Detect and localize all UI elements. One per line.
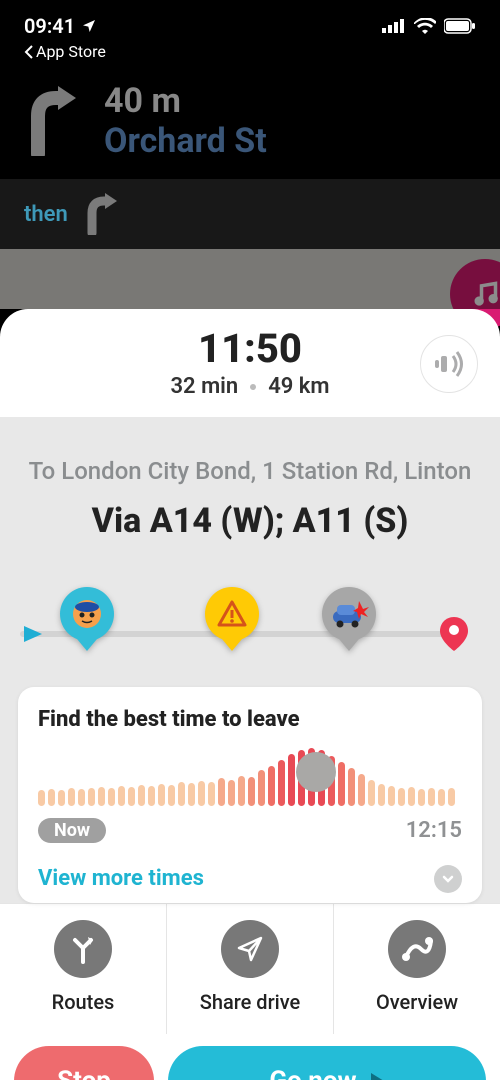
histogram-bar bbox=[158, 784, 165, 806]
histogram-bar bbox=[108, 788, 115, 806]
wifi-icon bbox=[414, 18, 436, 34]
police-icon bbox=[70, 597, 104, 631]
histogram-bar bbox=[418, 789, 425, 806]
share-label: Share drive bbox=[167, 990, 333, 1014]
histogram-bar bbox=[78, 789, 85, 806]
separator-dot bbox=[250, 384, 256, 390]
speaker-icon bbox=[433, 350, 465, 378]
bottom-buttons: Stop Go now bbox=[0, 1034, 500, 1080]
stop-button[interactable]: Stop bbox=[14, 1046, 154, 1080]
map-background[interactable] bbox=[0, 249, 500, 309]
routes-icon bbox=[68, 934, 98, 964]
routes-label: Routes bbox=[0, 990, 166, 1014]
overview-label: Overview bbox=[334, 990, 500, 1014]
play-icon bbox=[369, 1072, 385, 1080]
histogram-bar bbox=[48, 789, 55, 806]
best-time-title: Find the best time to leave bbox=[38, 707, 462, 732]
nav-distance: 40 m bbox=[104, 81, 267, 121]
histogram-bar bbox=[178, 782, 185, 806]
histogram-bar bbox=[208, 782, 215, 806]
histogram-bar bbox=[168, 785, 175, 806]
nav-secondary: then bbox=[0, 179, 500, 249]
best-time-card[interactable]: Find the best time to leave Now 12:15 Vi… bbox=[18, 687, 482, 903]
status-bar: 09:41 bbox=[0, 0, 500, 42]
histogram-bar bbox=[118, 786, 125, 806]
action-row: Routes Share drive Overview bbox=[0, 903, 500, 1034]
histogram-bar bbox=[278, 760, 285, 806]
paper-plane-icon bbox=[236, 935, 264, 963]
turn-right-small-icon bbox=[82, 193, 118, 235]
sound-button[interactable] bbox=[420, 335, 478, 393]
traffic-histogram[interactable] bbox=[38, 746, 462, 806]
histogram-bar bbox=[398, 788, 405, 806]
then-label: then bbox=[24, 202, 68, 227]
histogram-bar bbox=[88, 788, 95, 806]
route-hazards-track bbox=[20, 587, 480, 647]
histogram-bar bbox=[238, 776, 245, 806]
clock: 09:41 bbox=[24, 14, 75, 38]
histogram-bar bbox=[438, 789, 445, 806]
share-drive-button[interactable]: Share drive bbox=[167, 904, 334, 1034]
end-time: 12:15 bbox=[406, 818, 462, 843]
turn-right-icon bbox=[24, 86, 78, 156]
histogram-bar bbox=[338, 762, 345, 806]
destination-text: To London City Bond, 1 Station Rd, Linto… bbox=[20, 455, 480, 489]
location-arrow-icon bbox=[81, 18, 97, 34]
route-sheet: 11:50 32 min 49 km To London City Bond, … bbox=[0, 309, 500, 903]
histogram-bar bbox=[378, 784, 385, 806]
histogram-bar bbox=[68, 788, 75, 806]
histogram-bar bbox=[428, 788, 435, 806]
battery-icon bbox=[444, 18, 476, 34]
histogram-bar bbox=[198, 781, 205, 806]
crash-icon bbox=[329, 597, 369, 631]
now-pill: Now bbox=[38, 818, 106, 843]
back-to-app-store[interactable]: App Store bbox=[0, 42, 500, 71]
cellular-icon bbox=[382, 19, 406, 33]
destination-pin-icon bbox=[440, 617, 468, 651]
status-icons bbox=[382, 18, 476, 34]
chevron-left-icon bbox=[24, 45, 34, 59]
histogram-bar bbox=[188, 783, 195, 806]
go-now-button[interactable]: Go now bbox=[168, 1046, 486, 1080]
histogram-bar bbox=[448, 788, 455, 806]
back-label: App Store bbox=[36, 42, 106, 61]
view-more-times[interactable]: View more times bbox=[38, 865, 462, 893]
start-arrow-icon bbox=[22, 623, 44, 645]
eta-duration: 32 min bbox=[170, 374, 238, 399]
crash-marker[interactable] bbox=[322, 587, 376, 641]
music-icon bbox=[471, 280, 499, 308]
histogram-bar bbox=[218, 778, 225, 806]
histogram-bar bbox=[138, 785, 145, 806]
overview-icon bbox=[401, 935, 433, 963]
via-text: Via A14 (W); A11 (S) bbox=[20, 501, 480, 541]
histogram-bar bbox=[268, 766, 275, 806]
police-marker[interactable] bbox=[60, 587, 114, 641]
chevron-down-icon bbox=[434, 865, 462, 893]
histogram-bar bbox=[258, 770, 265, 806]
hazard-marker[interactable] bbox=[205, 587, 259, 641]
histogram-bar bbox=[38, 790, 45, 806]
histogram-bar bbox=[388, 786, 395, 806]
more-times-label: View more times bbox=[38, 866, 204, 891]
routes-button[interactable]: Routes bbox=[0, 904, 167, 1034]
histogram-bar bbox=[128, 787, 135, 806]
histogram-bar bbox=[348, 768, 355, 806]
histogram-bar bbox=[288, 754, 295, 806]
histogram-bar bbox=[358, 774, 365, 806]
histogram-bar bbox=[228, 780, 235, 806]
nav-primary: 40 m Orchard St bbox=[0, 71, 500, 179]
time-slider-knob[interactable] bbox=[296, 752, 336, 792]
warning-icon bbox=[217, 599, 247, 629]
nav-street: Orchard St bbox=[104, 121, 267, 161]
histogram-bar bbox=[408, 787, 415, 806]
histogram-bar bbox=[58, 790, 65, 806]
histogram-bar bbox=[98, 787, 105, 806]
histogram-bar bbox=[248, 777, 255, 806]
overview-button[interactable]: Overview bbox=[334, 904, 500, 1034]
eta-distance: 49 km bbox=[268, 374, 329, 399]
histogram-bar bbox=[148, 786, 155, 806]
histogram-bar bbox=[368, 780, 375, 806]
